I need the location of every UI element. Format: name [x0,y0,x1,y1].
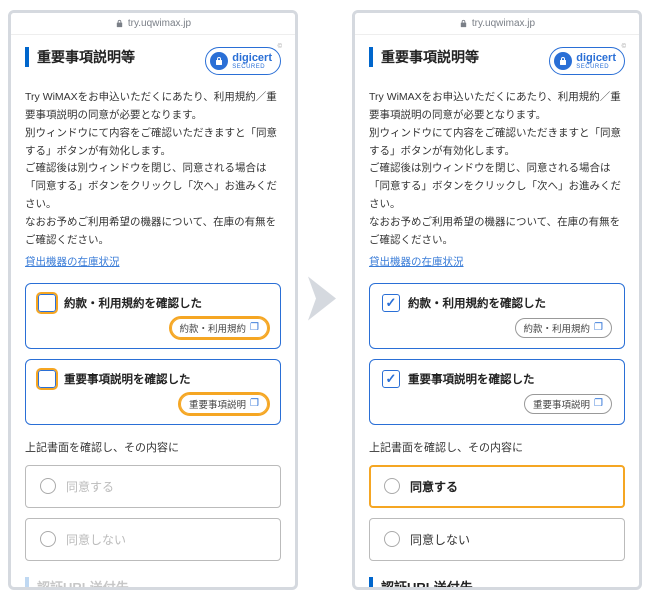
agree-radio[interactable]: 同意する [25,465,281,508]
important-checkbox[interactable] [38,370,56,388]
terms-card: 約款・利用規約を確認した 約款・利用規約 ❐ [369,283,625,349]
url-bar: try.uqwimax.jp [11,13,295,35]
terms-label: 約款・利用規約を確認した [64,295,202,311]
radio-icon [40,478,56,494]
next-section-title-cut: 認証URL送付先 [25,577,281,587]
url-text: try.uqwimax.jp [472,18,535,29]
disagree-radio[interactable]: 同意しない [369,518,625,561]
url-bar: try.uqwimax.jp [355,13,639,35]
seal-lock-icon [554,52,572,70]
radio-icon [384,531,400,547]
terms-checkbox[interactable] [38,294,56,312]
external-link-icon: ❐ [594,398,603,409]
important-checkbox[interactable] [382,370,400,388]
lock-icon [459,19,468,28]
important-label: 重要事項説明を確認した [64,371,191,387]
terms-label: 約款・利用規約を確認した [408,295,546,311]
stock-link[interactable]: 貸出機器の在庫状況 [25,254,120,269]
external-link-icon: ❐ [250,398,259,409]
seal-brand: digicert [232,52,272,64]
page-title: 重要事項説明等 [25,47,135,67]
page-content: 重要事項説明等 © digicert SECURED Try WiMAXをお申込… [355,35,639,587]
important-open-button[interactable]: 重要事項説明 ❐ [180,394,268,414]
phone-after: try.uqwimax.jp 重要事項説明等 © digicert SECURE… [352,10,642,590]
confirm-text: 上記書面を確認し、その内容に [25,439,281,455]
lock-icon [115,19,124,28]
stock-link[interactable]: 貸出機器の在庫状況 [369,254,464,269]
arrow-icon [308,277,342,324]
agree-radio[interactable]: 同意する [369,465,625,508]
phone-before: try.uqwimax.jp 重要事項説明等 © digicert SECURE… [8,10,298,590]
important-label: 重要事項説明を確認した [408,371,535,387]
confirm-text: 上記書面を確認し、その内容に [369,439,625,455]
next-section-title: 認証URL送付先 [369,577,625,587]
page-content: 重要事項説明等 © digicert SECURED Try WiMAXをお申込… [11,35,295,587]
radio-icon [40,531,56,547]
terms-card: 約款・利用規約を確認した 約款・利用規約 ❐ [25,283,281,349]
radio-icon [384,478,400,494]
page-title: 重要事項説明等 [369,47,479,67]
external-link-icon: ❐ [594,322,603,333]
digicert-seal: © digicert SECURED [205,47,281,75]
url-text: try.uqwimax.jp [128,18,191,29]
digicert-seal: © digicert SECURED [549,47,625,75]
body-text: Try WiMAXをお申込いただくにあたり、利用規約／重要事項説明の同意が必要と… [369,89,625,250]
important-card: 重要事項説明を確認した 重要事項説明 ❐ [25,359,281,425]
seal-brand: digicert [576,52,616,64]
external-link-icon: ❐ [250,322,259,333]
body-text: Try WiMAXをお申込いただくにあたり、利用規約／重要事項説明の同意が必要と… [25,89,281,250]
important-card: 重要事項説明を確認した 重要事項説明 ❐ [369,359,625,425]
terms-open-button[interactable]: 約款・利用規約 ❐ [171,318,268,338]
seal-lock-icon [210,52,228,70]
terms-checkbox[interactable] [382,294,400,312]
important-open-button[interactable]: 重要事項説明 ❐ [524,394,612,414]
disagree-radio[interactable]: 同意しない [25,518,281,561]
terms-open-button[interactable]: 約款・利用規約 ❐ [515,318,612,338]
